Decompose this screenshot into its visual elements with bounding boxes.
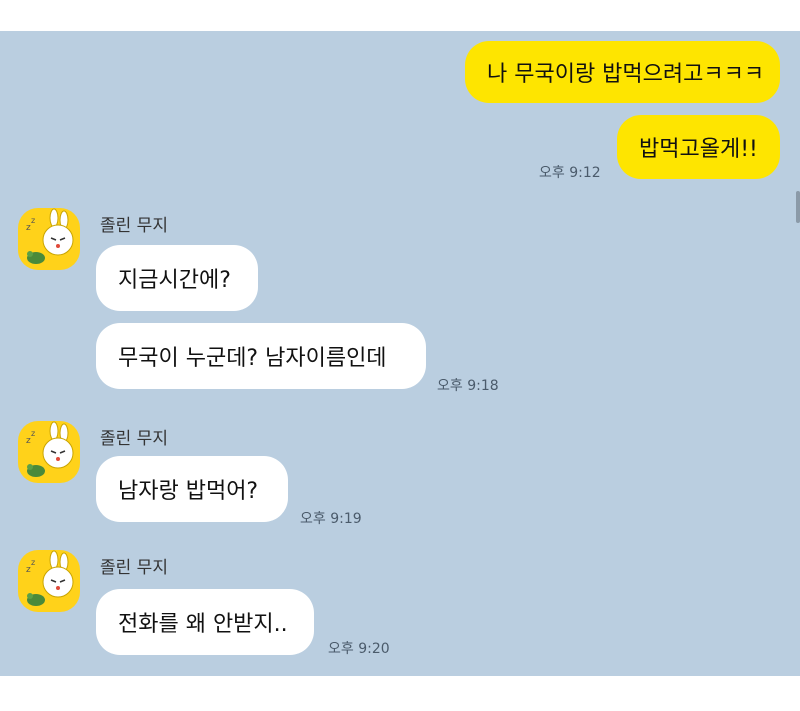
- message-text: 나 무국이랑 밥먹으려고ㅋㅋㅋ: [487, 62, 765, 87]
- sender-name: 졸린 무지: [100, 429, 168, 449]
- sender-name: 졸린 무지: [100, 216, 168, 236]
- their-message-bubble[interactable]: 지금시간에?: [96, 245, 258, 311]
- message-time: 오후 9:20: [328, 641, 390, 657]
- sender-name: 졸린 무지: [100, 558, 168, 578]
- message-text: 남자랑 밥먹어?: [118, 479, 259, 504]
- profile-avatar[interactable]: z z: [18, 208, 80, 270]
- profile-avatar[interactable]: z z: [18, 550, 80, 612]
- my-message-bubble[interactable]: 밥먹고올게!!: [617, 115, 780, 179]
- profile-avatar[interactable]: z z: [18, 421, 80, 483]
- message-time: 오후 9:18: [437, 378, 499, 394]
- chat-area[interactable]: 나 무국이랑 밥먹으려고ㅋㅋㅋ 밥먹고올게!! 오후 9:12 z z 졸린 무…: [0, 31, 800, 676]
- their-message-bubble[interactable]: 전화를 왜 안받지..: [96, 589, 314, 655]
- scrollbar-thumb[interactable]: [796, 191, 800, 223]
- message-text: 무국이 누군데? 남자이름인데: [118, 346, 387, 371]
- muzi-rabbit-icon: z z: [26, 208, 74, 264]
- message-time: 오후 9:19: [300, 511, 362, 527]
- message-text: 지금시간에?: [118, 268, 231, 293]
- my-message-bubble[interactable]: 나 무국이랑 밥먹으려고ㅋㅋㅋ: [465, 41, 780, 103]
- their-message-bubble[interactable]: 무국이 누군데? 남자이름인데: [96, 323, 426, 389]
- muzi-rabbit-icon: z z: [26, 421, 74, 477]
- message-text: 전화를 왜 안받지..: [118, 612, 288, 637]
- svg-text:z: z: [31, 429, 35, 438]
- message-time: 오후 9:12: [539, 165, 601, 181]
- svg-text:z: z: [31, 558, 35, 567]
- message-text: 밥먹고올게!!: [639, 137, 758, 162]
- svg-text:z: z: [31, 216, 35, 225]
- muzi-rabbit-icon: z z: [26, 550, 74, 606]
- bottom-bar: [0, 676, 800, 711]
- their-message-bubble[interactable]: 남자랑 밥먹어?: [96, 456, 288, 522]
